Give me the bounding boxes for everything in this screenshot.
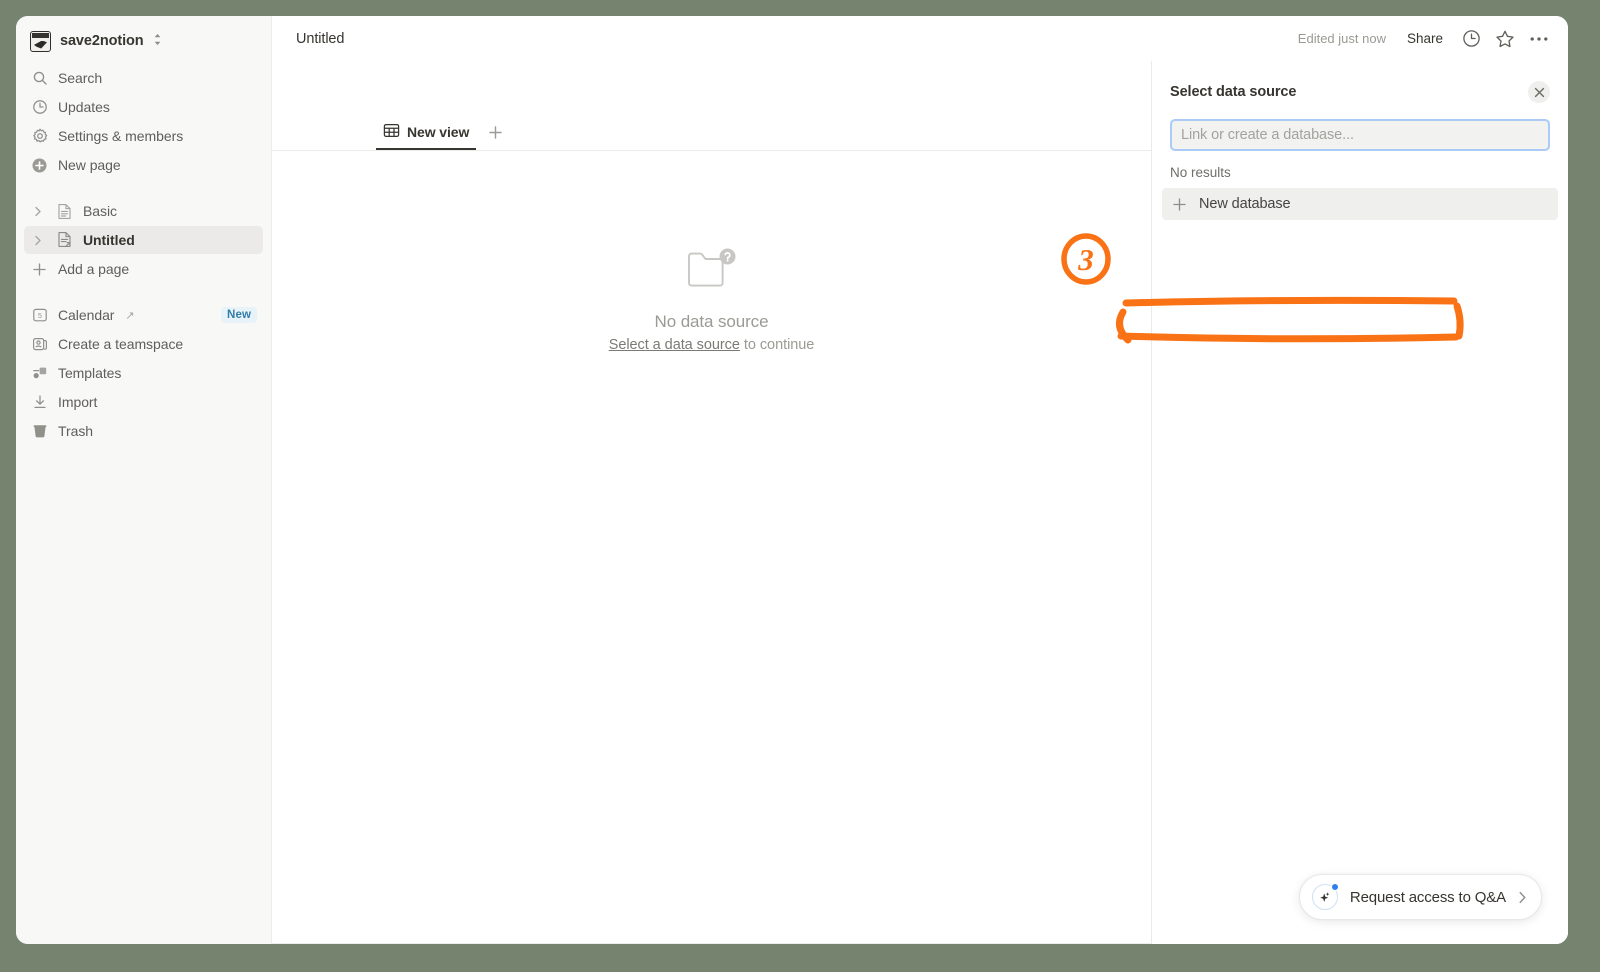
calendar-icon: 5: [30, 306, 49, 325]
top-bar-actions: Edited just now Share: [1290, 24, 1554, 54]
sidebar: save2notion Search Updates: [16, 16, 272, 944]
notification-dot: [1331, 883, 1339, 891]
sidebar-item-updates[interactable]: Updates: [24, 93, 263, 121]
empty-state-subtitle: Select a data source to continue: [609, 337, 815, 353]
empty-state-suffix: to continue: [740, 337, 814, 353]
edited-status[interactable]: Edited just now: [1290, 27, 1394, 50]
select-data-source-link[interactable]: Select a data source: [609, 337, 740, 353]
main-area: Untitled Edited just now Share: [272, 16, 1568, 944]
chevron-right-icon[interactable]: [30, 206, 46, 217]
workspace-logo-icon: [30, 31, 51, 52]
add-view-button[interactable]: [482, 119, 508, 145]
workspace-switcher[interactable]: save2notion: [24, 24, 263, 58]
no-results-label: No results: [1152, 151, 1568, 188]
sidebar-item-import[interactable]: Import: [24, 388, 263, 416]
panel-header: Select data source: [1152, 79, 1568, 105]
sidebar-item-label: Settings & members: [58, 128, 183, 144]
qa-label: Request access to Q&A: [1350, 889, 1506, 906]
more-options-icon[interactable]: [1524, 24, 1554, 54]
database-search-field[interactable]: [1170, 119, 1550, 151]
sidebar-item-label: New page: [58, 157, 121, 173]
teamspace-icon: [30, 335, 49, 354]
svg-text:5: 5: [38, 313, 42, 320]
app-window: save2notion Search Updates: [16, 16, 1568, 944]
clock-icon: [30, 98, 49, 117]
chevron-updown-icon: [153, 33, 162, 49]
workspace-name: save2notion: [60, 33, 144, 49]
sidebar-divider-space: [16, 180, 271, 196]
sidebar-add-page-button[interactable]: Add a page: [24, 255, 263, 283]
folder-question-icon: [686, 247, 738, 296]
plus-icon: [1172, 197, 1187, 212]
tab-new-view[interactable]: New view: [376, 116, 476, 150]
external-link-icon: ↗: [125, 309, 134, 322]
new-badge: New: [221, 307, 257, 323]
sidebar-item-settings[interactable]: Settings & members: [24, 122, 263, 150]
sidebar-item-trash[interactable]: Trash: [24, 417, 263, 445]
star-icon[interactable]: [1490, 24, 1520, 54]
page-icon: [55, 202, 74, 221]
table-view-icon: [383, 122, 400, 142]
sidebar-divider-space-2: [16, 284, 271, 300]
select-data-source-panel: Select data source No results New databa…: [1152, 61, 1568, 944]
sidebar-item-calendar[interactable]: 5 Calendar ↗ New: [24, 301, 263, 329]
sidebar-item-label: Basic: [83, 203, 117, 219]
plus-circle-icon: [30, 156, 49, 175]
chevron-right-icon: [1518, 891, 1527, 904]
import-icon: [30, 393, 49, 412]
sidebar-item-label: Trash: [58, 423, 93, 439]
page-title[interactable]: Untitled: [290, 28, 350, 50]
sidebar-item-untitled[interactable]: Untitled: [24, 226, 263, 254]
plus-icon: [30, 260, 49, 279]
history-clock-icon[interactable]: [1456, 24, 1486, 54]
sidebar-item-label: Import: [58, 394, 97, 410]
request-access-qa-button[interactable]: Request access to Q&A: [1299, 874, 1542, 920]
sidebar-item-create-teamspace[interactable]: Create a teamspace: [24, 330, 263, 358]
empty-state-title: No data source: [655, 312, 769, 332]
empty-state: No data source Select a data source to c…: [272, 151, 1151, 943]
new-database-button[interactable]: New database: [1162, 188, 1558, 220]
content-bottom-divider: [272, 943, 1151, 944]
sidebar-item-label: Updates: [58, 99, 110, 115]
close-icon[interactable]: [1528, 81, 1550, 103]
sidebar-item-new-page[interactable]: New page: [24, 151, 263, 179]
tab-label: New view: [407, 124, 469, 140]
body-wrapper: New view: [272, 61, 1568, 944]
share-button[interactable]: Share: [1398, 26, 1452, 51]
sidebar-item-label: Add a page: [58, 261, 129, 277]
sidebar-item-label: Untitled: [83, 232, 135, 248]
trash-icon: [30, 422, 49, 441]
panel-title: Select data source: [1170, 84, 1296, 100]
sidebar-item-label: Calendar: [58, 307, 114, 323]
sidebar-item-templates[interactable]: Templates: [24, 359, 263, 387]
chevron-right-icon[interactable]: [30, 235, 46, 246]
top-bar: Untitled Edited just now Share: [272, 16, 1568, 61]
database-content: New view: [272, 61, 1152, 944]
search-icon: [30, 69, 49, 88]
sidebar-item-search[interactable]: Search: [24, 64, 263, 92]
search-input[interactable]: [1181, 127, 1539, 143]
sidebar-item-label: Templates: [58, 365, 121, 381]
sidebar-item-label: Search: [58, 70, 102, 86]
page-link-icon: [55, 231, 74, 250]
sidebar-item-label: Create a teamspace: [58, 336, 183, 352]
templates-icon: [30, 364, 49, 383]
qa-icon-badge: [1312, 884, 1338, 910]
new-database-label: New database: [1199, 196, 1291, 212]
gear-icon: [30, 127, 49, 146]
view-tab-bar: New view: [272, 109, 1151, 151]
sidebar-item-basic[interactable]: Basic: [24, 197, 263, 225]
